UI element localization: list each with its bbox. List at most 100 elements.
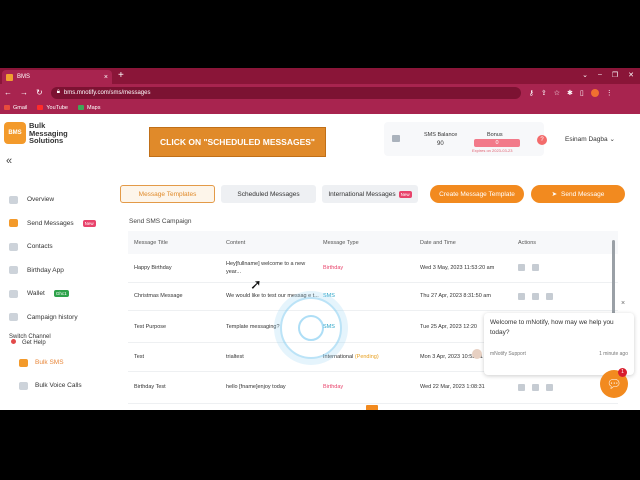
sidebar-item-birthday-app[interactable]: Birthday App [0, 259, 112, 283]
bookmark-gmail[interactable]: Gmail [4, 105, 27, 111]
sidebar-item-overview[interactable]: Overview [0, 188, 112, 212]
help-icon[interactable]: ? [537, 135, 547, 145]
cell-actions [516, 383, 596, 391]
section-title: Send SMS Campaign [129, 218, 192, 225]
chevron-down-icon: ⌄ [609, 136, 615, 143]
sidebar-item-wallet[interactable]: Wallet Ghc1 [0, 282, 112, 306]
tab-title: BMS [17, 74, 31, 80]
send-icon[interactable] [518, 292, 525, 300]
bookmark-youtube[interactable]: YouTube [37, 105, 68, 111]
create-template-button[interactable]: Create Message Template [430, 185, 524, 203]
logo[interactable]: BMS Bulk Messaging Solutions [4, 122, 68, 145]
chevrons-left-icon[interactable]: « [6, 155, 12, 167]
close-tab-icon[interactable]: × [104, 74, 108, 81]
chat-sender: mNotify Support [490, 351, 526, 357]
sms-balance-icon [392, 135, 400, 142]
browser-tab[interactable]: BMS × [2, 70, 112, 84]
history-icon [9, 313, 18, 322]
tab-international-messages[interactable]: International Messages New [322, 185, 418, 203]
edit-icon[interactable] [532, 383, 539, 391]
address-bar-row: ← → ↻ 🔒︎ bms.mnotify.com/sms/messages ⚷ … [0, 84, 640, 101]
edit-icon[interactable] [532, 292, 539, 300]
cell-content: Hey[fullname] welcome to a new year... [226, 260, 306, 275]
key-icon[interactable]: ⚷ [529, 89, 534, 97]
send-icon[interactable] [518, 383, 525, 391]
menu-icon[interactable]: ⋮ [606, 89, 613, 97]
cell-type: Birthday [323, 384, 344, 390]
lock-icon: 🔒︎ [56, 89, 60, 95]
cell-type: SMS [323, 293, 335, 300]
new-badge: New [82, 219, 96, 227]
help-dot-icon [11, 339, 16, 344]
cell-title: Test [134, 353, 145, 360]
table-scrollbar[interactable] [612, 240, 615, 320]
phone-icon [19, 381, 28, 390]
browser-window: BMS × + ⌄ – ❐ ✕ ← → ↻ 🔒︎ bms.mnotify.com… [0, 68, 640, 410]
extensions-icon[interactable]: ✱ [567, 89, 573, 97]
table-row: Happy Birthday Hey[fullname] welcome to a… [128, 254, 618, 283]
profile-avatar[interactable] [590, 88, 599, 97]
get-help-link[interactable]: Get Help [22, 340, 46, 346]
user-menu[interactable]: Esinam Dagba ⌄ [565, 135, 615, 143]
new-badge: New [398, 190, 412, 198]
paper-plane-icon: ➤ [551, 191, 558, 198]
back-icon[interactable]: ← [4, 88, 12, 97]
cell-actions [516, 264, 596, 272]
sms-icon [19, 358, 28, 367]
close-icon[interactable]: ✕ [628, 71, 634, 79]
cell-title: Test Purpose [134, 323, 167, 330]
sidebar: BMS Bulk Messaging Solutions « Overview Se… [0, 114, 112, 410]
cell-content: hello [fname]enjoy today [226, 384, 286, 390]
chat-popup[interactable]: Welcome to mNotify, how may we help you … [472, 313, 634, 375]
chat-close-icon[interactable]: × [621, 300, 625, 307]
chevron-down-icon[interactable]: ⌄ [582, 71, 588, 79]
reload-icon[interactable]: ↻ [36, 88, 43, 97]
gmail-icon [4, 105, 10, 110]
cell-date: Thu 27 Apr, 2023 8:31:50 am [420, 293, 491, 300]
sidebar-item-bulk-voice-calls[interactable]: Bulk Voice Calls [0, 374, 112, 397]
youtube-icon [37, 105, 44, 110]
url-field[interactable]: 🔒︎ bms.mnotify.com/sms/messages [50, 86, 521, 99]
new-tab-button[interactable]: + [118, 70, 124, 81]
sidebar-icon[interactable]: ▯ [580, 89, 584, 97]
tab-bar: BMS × + ⌄ – ❐ ✕ [0, 68, 640, 84]
cell-date: Wed 22 Mar, 2023 1:08:31 [420, 384, 485, 390]
dashboard-icon [9, 195, 18, 204]
sms-balance-label: SMS Balance [424, 132, 458, 138]
tab-scheduled-messages[interactable]: Scheduled Messages [221, 185, 316, 203]
table-row: Christmas Message We would like to test o… [128, 283, 618, 311]
bookmark-maps[interactable]: Maps [78, 105, 100, 111]
send-message-button[interactable]: ➤ Send Message [531, 185, 625, 203]
star-icon[interactable]: ☆ [554, 89, 560, 97]
chat-message: Welcome to mNotify, how may we help you … [490, 319, 614, 336]
logo-text: Bulk Messaging Solutions [29, 121, 68, 145]
app-page: BMS Bulk Messaging Solutions « Overview Se… [0, 114, 640, 410]
restore-icon[interactable]: ❐ [612, 71, 618, 79]
sidebar-item-campaign-history[interactable]: Campaign history [0, 306, 112, 330]
trash-icon[interactable] [546, 383, 553, 391]
cell-type: International (Pending) [323, 353, 379, 360]
sidebar-item-contacts[interactable]: Contacts [0, 235, 112, 259]
cell-title: Christmas Message [134, 293, 183, 300]
cake-icon [9, 266, 18, 275]
tab-message-templates[interactable]: Message Templates [120, 185, 215, 203]
bonus-value: 0 [474, 139, 520, 147]
sidebar-item-bulk-sms[interactable]: Bulk SMS [0, 351, 112, 374]
mouse-cursor: ➚ [250, 276, 262, 292]
sidebar-item-send-messages[interactable]: Send Messages New [0, 212, 112, 236]
minimize-icon[interactable]: – [598, 71, 602, 79]
support-avatar [472, 349, 482, 359]
share-icon[interactable]: ⇪ [541, 89, 547, 97]
trash-icon[interactable] [532, 264, 539, 272]
cell-date: Wed 3 May, 2023 11:53:20 am [420, 264, 495, 271]
bonus-expiry: Expires on 2023-03-23 [472, 148, 513, 153]
cell-title: Birthday Test [134, 384, 166, 390]
forward-icon[interactable]: → [20, 88, 28, 97]
trash-icon[interactable] [546, 292, 553, 300]
table-row: Birthday Test hello [fname]enjoy today Bir… [128, 372, 618, 404]
edit-icon[interactable] [518, 264, 525, 272]
pagination-current[interactable] [366, 405, 378, 410]
contacts-icon [9, 242, 18, 251]
message-icon [9, 219, 18, 228]
window-controls: ⌄ – ❐ ✕ [582, 71, 634, 79]
